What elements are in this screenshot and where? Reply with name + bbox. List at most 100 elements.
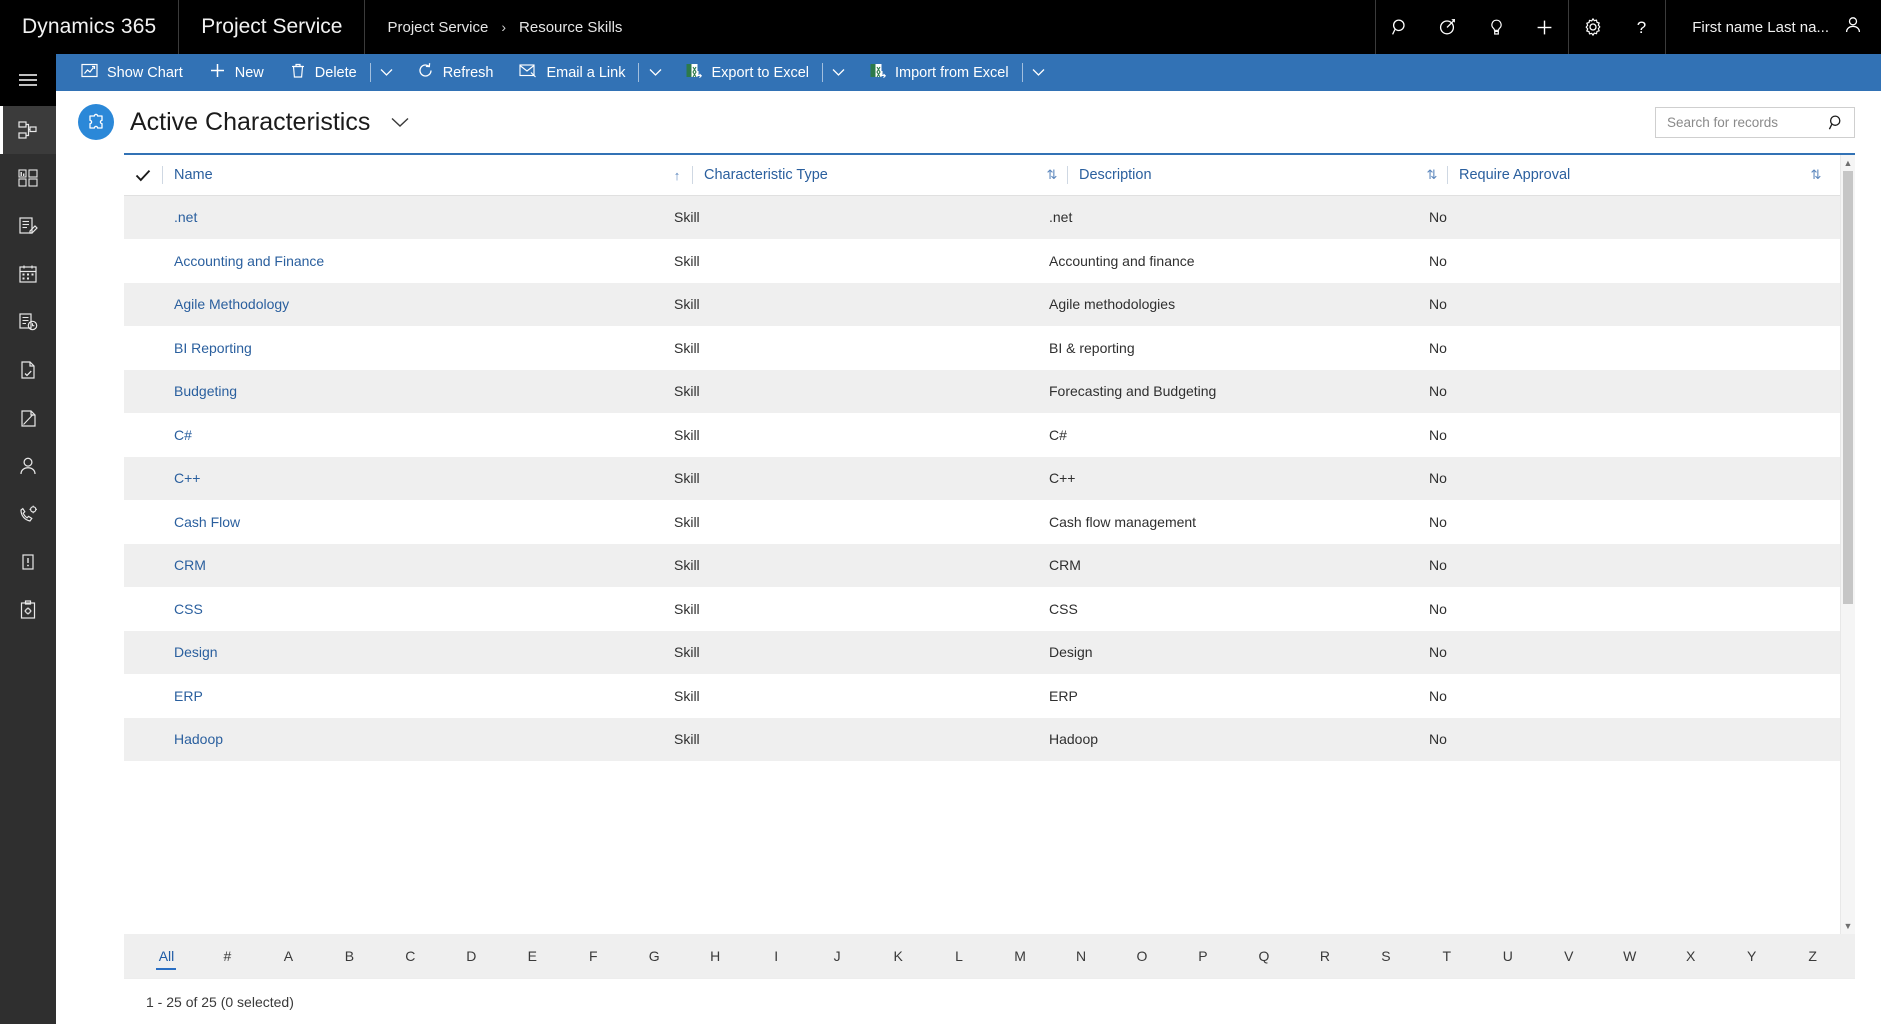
import-from-excel-button[interactable]: Import from Excel [856,54,1022,91]
row-select-checkbox[interactable] [124,457,162,501]
row-select-checkbox[interactable] [124,718,162,762]
select-all-column-header[interactable] [124,155,162,196]
alpha-index-p[interactable]: P [1172,943,1233,969]
import-dropdown-chevron-down-icon[interactable] [1022,54,1056,91]
breadcrumb-current[interactable]: Resource Skills [519,19,622,36]
table-row[interactable]: CSS Skill CSS No [124,587,1855,631]
row-select-checkbox[interactable] [124,631,162,675]
cell-name[interactable]: Budgeting [162,370,662,414]
export-to-excel-button[interactable]: Export to Excel [672,54,822,91]
table-row[interactable]: Agile Methodology Skill Agile methodolog… [124,283,1855,327]
scroll-down-arrow-icon[interactable]: ▼ [1844,918,1853,934]
sort-toggle-icon[interactable]: ⇅ [1417,167,1447,183]
alpha-index-f[interactable]: F [563,943,624,969]
alpha-index-h[interactable]: H [685,943,746,969]
alpha-index-q[interactable]: Q [1233,943,1294,969]
record-link[interactable]: C++ [174,470,200,486]
settings-gear-icon[interactable] [1569,0,1617,54]
column-header-characteristic-type[interactable]: ↑ Characteristic Type [662,155,1037,196]
alpha-index-n[interactable]: N [1051,943,1112,969]
scroll-up-arrow-icon[interactable]: ▲ [1844,155,1853,171]
alpha-index-l[interactable]: L [929,943,990,969]
column-header-require-approval[interactable]: ⇅ Require Approval ⇅ [1417,155,1855,196]
sort-toggle-icon[interactable]: ⇅ [1037,167,1067,183]
row-select-checkbox[interactable] [124,500,162,544]
record-link[interactable]: Agile Methodology [174,296,289,312]
table-row[interactable]: .net Skill .net No [124,196,1855,240]
row-select-checkbox[interactable] [124,326,162,370]
table-row[interactable]: Budgeting Skill Forecasting and Budgetin… [124,370,1855,414]
alpha-index-g[interactable]: G [624,943,685,969]
table-row[interactable]: C++ Skill C++ No [124,457,1855,501]
clipboard-settings-icon[interactable] [0,586,56,634]
record-link[interactable]: Design [174,644,218,660]
row-select-checkbox[interactable] [124,239,162,283]
cell-name[interactable]: CRM [162,544,662,588]
table-row[interactable]: Cash Flow Skill Cash flow management No [124,500,1855,544]
alpha-index-j[interactable]: J [807,943,868,969]
record-link[interactable]: Accounting and Finance [174,253,324,269]
delete-dropdown-chevron-down-icon[interactable] [370,54,404,91]
row-select-checkbox[interactable] [124,413,162,457]
search-records-box[interactable] [1655,107,1855,138]
search-input[interactable] [1667,115,1828,130]
scrollbar-thumb[interactable] [1843,171,1853,604]
cell-name[interactable]: Accounting and Finance [162,239,662,283]
column-header-name[interactable]: Name [162,155,662,196]
alpha-index-k[interactable]: K [868,943,929,969]
record-link[interactable]: CSS [174,601,203,617]
alpha-index-i[interactable]: I [746,943,807,969]
alpha-index-e[interactable]: E [502,943,563,969]
scrollbar-track[interactable] [1841,171,1855,918]
help-icon[interactable]: ? [1617,0,1665,54]
app-name-button[interactable]: Project Service [179,0,365,54]
copy-page-icon[interactable] [0,394,56,442]
cell-name[interactable]: C++ [162,457,662,501]
user-account-button[interactable]: First name Last na... [1665,0,1881,54]
alpha-index-m[interactable]: M [990,943,1051,969]
breadcrumb-parent[interactable]: Project Service [387,19,488,36]
schedule-board-icon[interactable] [0,298,56,346]
cell-name[interactable]: C# [162,413,662,457]
export-dropdown-chevron-down-icon[interactable] [822,54,856,91]
cell-name[interactable]: CSS [162,587,662,631]
table-row[interactable]: BI Reporting Skill BI & reporting No [124,326,1855,370]
cell-name[interactable]: Design [162,631,662,675]
search-icon[interactable] [1376,0,1424,54]
alpha-index-c[interactable]: C [380,943,441,969]
sort-ascending-icon[interactable]: ↑ [662,168,692,183]
row-select-checkbox[interactable] [124,544,162,588]
alpha-index-s[interactable]: S [1355,943,1416,969]
search-icon[interactable] [1828,114,1845,131]
grid-vertical-scrollbar[interactable]: ▲ ▼ [1840,155,1855,934]
alpha-index-a[interactable]: A [258,943,319,969]
alpha-index-b[interactable]: B [319,943,380,969]
alpha-index-r[interactable]: R [1294,943,1355,969]
hamburger-menu-icon[interactable] [0,54,56,106]
new-button[interactable]: New [196,54,277,91]
record-link[interactable]: .net [174,209,197,225]
email-a-link-button[interactable]: Email a Link [506,54,638,91]
row-select-checkbox[interactable] [124,587,162,631]
sort-toggle-icon[interactable]: ⇅ [1801,167,1831,183]
activities-icon[interactable] [0,202,56,250]
alpha-index-z[interactable]: Z [1782,943,1843,969]
quick-create-icon[interactable] [1520,0,1568,54]
dashboard-chart-icon[interactable] [0,154,56,202]
alpha-index-o[interactable]: O [1112,943,1173,969]
table-row[interactable]: Hadoop Skill Hadoop No [124,718,1855,762]
alpha-index-x[interactable]: X [1660,943,1721,969]
cell-name[interactable]: BI Reporting [162,326,662,370]
alpha-index-y[interactable]: Y [1721,943,1782,969]
alert-note-icon[interactable] [0,538,56,586]
alpha-index-hash[interactable]: # [197,943,258,969]
row-select-checkbox[interactable] [124,370,162,414]
table-row[interactable]: Design Skill Design No [124,631,1855,675]
record-link[interactable]: ERP [174,688,203,704]
record-link[interactable]: Hadoop [174,731,223,747]
call-settings-icon[interactable] [0,490,56,538]
record-link[interactable]: CRM [174,557,206,573]
cell-name[interactable]: Agile Methodology [162,283,662,327]
document-check-icon[interactable] [0,346,56,394]
record-link[interactable]: Budgeting [174,383,237,399]
